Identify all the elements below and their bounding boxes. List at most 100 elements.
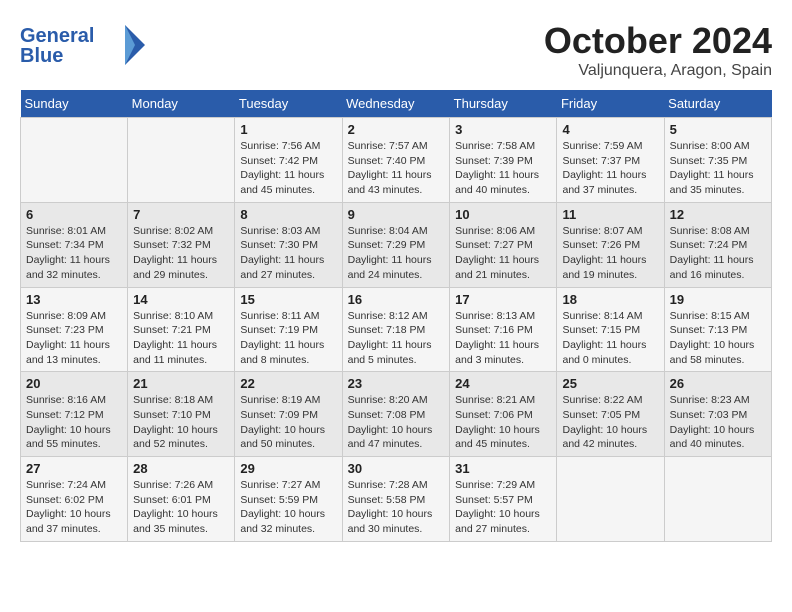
day-info: Sunrise: 7:29 AM Sunset: 5:57 PM Dayligh… [455,478,551,537]
day-cell: 5Sunrise: 8:00 AM Sunset: 7:35 PM Daylig… [664,118,771,203]
day-cell [128,118,235,203]
day-cell: 12 Sunrise: 8:08 AM Sunset: 7:24 PM Dayli… [664,202,771,287]
calendar-table: Sunday Monday Tuesday Wednesday Thursday… [20,90,772,542]
page-header: General Blue October 2024 Valjunquera, A… [20,20,772,80]
day-info: Sunrise: 7:59 AM Sunset: 7:37 PM Dayligh… [562,139,658,198]
day-number: 2 [348,122,445,137]
header-sunday: Sunday [21,90,128,118]
day-number: 4 [562,122,658,137]
day-cell: 1 Sunrise: 7:56 AM Sunset: 7:42 PM Daylig… [235,118,342,203]
day-info: Sunrise: 7:27 AM Sunset: 5:59 PM Dayligh… [240,478,336,537]
week-row-4: 20Sunrise: 8:16 AM Sunset: 7:12 PM Dayli… [21,372,772,457]
day-info: Sunrise: 8:14 AM Sunset: 7:15 PM Dayligh… [562,309,658,368]
day-cell: 31 Sunrise: 7:29 AM Sunset: 5:57 PM Dayli… [450,457,557,542]
day-cell: 11Sunrise: 8:07 AM Sunset: 7:26 PM Dayli… [557,202,664,287]
week-row-1: 1 Sunrise: 7:56 AM Sunset: 7:42 PM Daylig… [21,118,772,203]
day-number: 9 [348,207,445,222]
day-info: Sunrise: 8:22 AM Sunset: 7:05 PM Dayligh… [562,393,658,452]
day-number: 30 [348,461,445,476]
day-cell: 23Sunrise: 8:20 AM Sunset: 7:08 PM Dayli… [342,372,450,457]
month-title: October 2024 [544,20,772,62]
day-info: Sunrise: 7:56 AM Sunset: 7:42 PM Dayligh… [240,139,336,198]
day-cell: 13 Sunrise: 8:09 AM Sunset: 7:23 PM Dayli… [21,287,128,372]
day-cell: 3 Sunrise: 7:58 AM Sunset: 7:39 PM Daylig… [450,118,557,203]
week-row-2: 6 Sunrise: 8:01 AM Sunset: 7:34 PM Daylig… [21,202,772,287]
day-info: Sunrise: 8:00 AM Sunset: 7:35 PM Dayligh… [670,139,766,198]
day-cell: 25 Sunrise: 8:22 AM Sunset: 7:05 PM Dayli… [557,372,664,457]
week-row-5: 27Sunrise: 7:24 AM Sunset: 6:02 PM Dayli… [21,457,772,542]
day-number: 21 [133,376,229,391]
day-cell: 30 Sunrise: 7:28 AM Sunset: 5:58 PM Dayli… [342,457,450,542]
day-cell: 22 Sunrise: 8:19 AM Sunset: 7:09 PM Dayli… [235,372,342,457]
header-thursday: Thursday [450,90,557,118]
day-number: 18 [562,292,658,307]
day-number: 15 [240,292,336,307]
day-number: 19 [670,292,766,307]
day-cell: 10Sunrise: 8:06 AM Sunset: 7:27 PM Dayli… [450,202,557,287]
header-tuesday: Tuesday [235,90,342,118]
day-number: 13 [26,292,122,307]
svg-text:Blue: Blue [20,45,63,67]
day-cell: 18 Sunrise: 8:14 AM Sunset: 7:15 PM Dayli… [557,287,664,372]
day-number: 31 [455,461,551,476]
day-cell: 19 Sunrise: 8:15 AM Sunset: 7:13 PM Dayli… [664,287,771,372]
header-monday: Monday [128,90,235,118]
day-info: Sunrise: 8:10 AM Sunset: 7:21 PM Dayligh… [133,309,229,368]
day-number: 14 [133,292,229,307]
day-info: Sunrise: 8:04 AM Sunset: 7:29 PM Dayligh… [348,224,445,283]
day-cell: 28 Sunrise: 7:26 AM Sunset: 6:01 PM Dayli… [128,457,235,542]
day-info: Sunrise: 8:02 AM Sunset: 7:32 PM Dayligh… [133,224,229,283]
day-cell: 26 Sunrise: 8:23 AM Sunset: 7:03 PM Dayli… [664,372,771,457]
day-info: Sunrise: 7:28 AM Sunset: 5:58 PM Dayligh… [348,478,445,537]
day-number: 8 [240,207,336,222]
day-info: Sunrise: 7:24 AM Sunset: 6:02 PM Dayligh… [26,478,122,537]
location: Valjunquera, Aragon, Spain [544,62,772,80]
day-number: 28 [133,461,229,476]
day-info: Sunrise: 8:19 AM Sunset: 7:09 PM Dayligh… [240,393,336,452]
day-info: Sunrise: 8:20 AM Sunset: 7:08 PM Dayligh… [348,393,445,452]
day-info: Sunrise: 8:08 AM Sunset: 7:24 PM Dayligh… [670,224,766,283]
day-info: Sunrise: 7:26 AM Sunset: 6:01 PM Dayligh… [133,478,229,537]
day-cell: 15 Sunrise: 8:11 AM Sunset: 7:19 PM Dayli… [235,287,342,372]
day-number: 25 [562,376,658,391]
day-cell: 21Sunrise: 8:18 AM Sunset: 7:10 PM Dayli… [128,372,235,457]
day-cell: 8 Sunrise: 8:03 AM Sunset: 7:30 PM Daylig… [235,202,342,287]
day-info: Sunrise: 8:23 AM Sunset: 7:03 PM Dayligh… [670,393,766,452]
svg-text:General: General [20,25,94,47]
day-info: Sunrise: 8:13 AM Sunset: 7:16 PM Dayligh… [455,309,551,368]
day-number: 12 [670,207,766,222]
day-info: Sunrise: 8:11 AM Sunset: 7:19 PM Dayligh… [240,309,336,368]
logo-svg: General Blue [20,20,150,70]
day-number: 6 [26,207,122,222]
day-number: 3 [455,122,551,137]
header-row: Sunday Monday Tuesday Wednesday Thursday… [21,90,772,118]
day-info: Sunrise: 8:06 AM Sunset: 7:27 PM Dayligh… [455,224,551,283]
day-number: 7 [133,207,229,222]
day-cell: 16 Sunrise: 8:12 AM Sunset: 7:18 PM Dayli… [342,287,450,372]
day-cell: 9 Sunrise: 8:04 AM Sunset: 7:29 PM Daylig… [342,202,450,287]
day-info: Sunrise: 8:03 AM Sunset: 7:30 PM Dayligh… [240,224,336,283]
header-wednesday: Wednesday [342,90,450,118]
day-cell: 29Sunrise: 7:27 AM Sunset: 5:59 PM Dayli… [235,457,342,542]
day-cell: 17 Sunrise: 8:13 AM Sunset: 7:16 PM Dayli… [450,287,557,372]
day-number: 16 [348,292,445,307]
day-info: Sunrise: 8:21 AM Sunset: 7:06 PM Dayligh… [455,393,551,452]
day-cell: 7 Sunrise: 8:02 AM Sunset: 7:32 PM Daylig… [128,202,235,287]
header-friday: Friday [557,90,664,118]
day-info: Sunrise: 7:58 AM Sunset: 7:39 PM Dayligh… [455,139,551,198]
day-info: Sunrise: 8:16 AM Sunset: 7:12 PM Dayligh… [26,393,122,452]
day-cell: 27Sunrise: 7:24 AM Sunset: 6:02 PM Dayli… [21,457,128,542]
title-area: October 2024 Valjunquera, Aragon, Spain [544,20,772,80]
day-cell: 6 Sunrise: 8:01 AM Sunset: 7:34 PM Daylig… [21,202,128,287]
day-info: Sunrise: 8:09 AM Sunset: 7:23 PM Dayligh… [26,309,122,368]
day-info: Sunrise: 8:01 AM Sunset: 7:34 PM Dayligh… [26,224,122,283]
day-info: Sunrise: 8:07 AM Sunset: 7:26 PM Dayligh… [562,224,658,283]
day-number: 17 [455,292,551,307]
day-info: Sunrise: 8:15 AM Sunset: 7:13 PM Dayligh… [670,309,766,368]
day-cell: 4 Sunrise: 7:59 AM Sunset: 7:37 PM Daylig… [557,118,664,203]
day-number: 26 [670,376,766,391]
day-cell: 2Sunrise: 7:57 AM Sunset: 7:40 PM Daylig… [342,118,450,203]
day-number: 22 [240,376,336,391]
day-info: Sunrise: 8:12 AM Sunset: 7:18 PM Dayligh… [348,309,445,368]
day-number: 1 [240,122,336,137]
